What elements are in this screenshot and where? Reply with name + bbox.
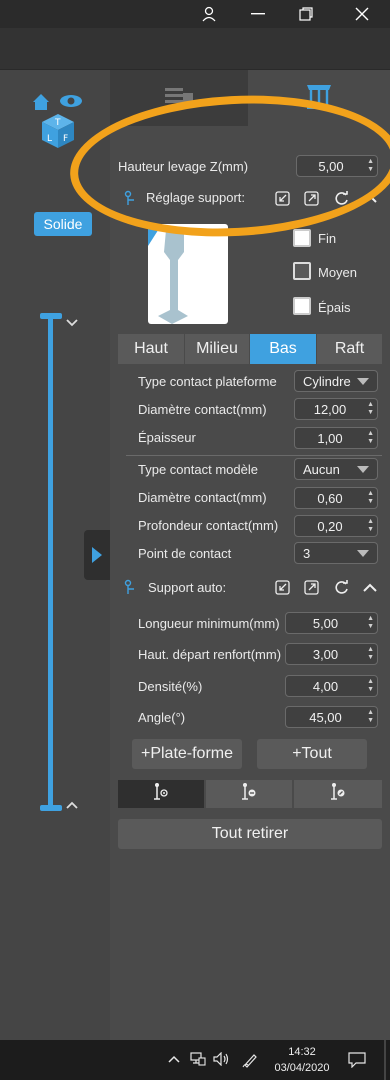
- min-length-field[interactable]: 5,00 ▲ ▼: [285, 612, 378, 634]
- model-contact-diameter-field[interactable]: 0,60 ▲ ▼: [294, 487, 378, 509]
- volume-icon[interactable]: [213, 1051, 231, 1069]
- show-desktop-button[interactable]: [384, 1040, 386, 1080]
- contact-depth-label: Profondeur contact(mm): [138, 518, 279, 533]
- density-value: 4,00: [312, 678, 339, 694]
- angle-field[interactable]: 45,00 ▲ ▼: [285, 706, 378, 728]
- min-length-label: Longueur minimum(mm): [138, 616, 280, 631]
- thickness-field[interactable]: 1,00 ▲ ▼: [294, 427, 378, 449]
- option-thick-label: Épais: [318, 300, 351, 315]
- option-thin-label: Fin: [318, 231, 337, 246]
- support-edit-icon: [328, 782, 348, 807]
- thickness-label: Épaisseur: [138, 430, 196, 445]
- slider-top-handle[interactable]: [40, 313, 62, 319]
- angle-value: 45,00: [309, 709, 342, 725]
- min-length-value: 5,00: [312, 615, 339, 631]
- model-contact-type-value: Aucun: [303, 461, 340, 477]
- add-platform-button[interactable]: +Plate-forme: [132, 739, 242, 769]
- collapse-panel-button[interactable]: [84, 530, 110, 580]
- title-bar: [0, 0, 390, 28]
- contact-point-value: 3: [303, 545, 311, 561]
- divider: [126, 455, 382, 456]
- chevron-up-icon[interactable]: [66, 796, 78, 812]
- view-cube-logo-icon[interactable]: T L F: [28, 88, 88, 150]
- contact-depth-value: 0,20: [317, 518, 343, 534]
- option-medium-checkbox[interactable]: [293, 262, 311, 280]
- support-preview-image: [148, 224, 228, 324]
- import-icon[interactable]: [273, 578, 291, 596]
- platform-contact-type-value: Cylindre: [303, 373, 351, 389]
- platform-contact-diameter-label: Diamètre contact(mm): [138, 402, 267, 417]
- tab-raft[interactable]: Raft: [317, 334, 382, 364]
- remove-support-tool-button[interactable]: [206, 780, 292, 808]
- network-icon[interactable]: [190, 1052, 206, 1069]
- solid-button[interactable]: Solide: [34, 212, 92, 236]
- support-remove-icon: [239, 782, 259, 807]
- notification-icon[interactable]: [348, 1052, 366, 1071]
- model-contact-type-label: Type contact modèle: [138, 462, 258, 477]
- chevron-up-icon[interactable]: [361, 578, 379, 596]
- thickness-value: 1,00: [317, 430, 343, 446]
- option-medium-label: Moyen: [318, 265, 358, 280]
- platform-contact-type-label: Type contact plateforme: [138, 374, 277, 389]
- tab-milieu[interactable]: Milieu: [185, 334, 249, 364]
- option-thin-checkbox[interactable]: [293, 229, 311, 247]
- contact-depth-field[interactable]: 0,20 ▲ ▼: [294, 515, 378, 537]
- layer-slider-track[interactable]: [48, 316, 53, 808]
- clock-date: 03/04/2020: [274, 1062, 330, 1074]
- reinforce-height-label: Haut. départ renfort(mm): [138, 647, 282, 662]
- add-support-tool-button[interactable]: [118, 780, 204, 808]
- toolbar-strip: [0, 28, 390, 70]
- support-add-icon: [151, 782, 171, 807]
- add-all-button[interactable]: +Tout: [257, 739, 367, 769]
- taskbar-clock[interactable]: 14:32 03/04/2020: [268, 1044, 336, 1076]
- platform-contact-type-select[interactable]: Cylindre: [294, 370, 378, 392]
- chevron-up-icon[interactable]: [168, 1052, 180, 1068]
- option-thick-checkbox[interactable]: [293, 297, 311, 315]
- model-contact-diameter-label: Diamètre contact(mm): [138, 490, 267, 505]
- density-label: Densité(%): [138, 679, 203, 694]
- tab-haut[interactable]: Haut: [118, 334, 184, 364]
- close-icon[interactable]: [342, 0, 382, 28]
- platform-contact-diameter-field[interactable]: 12,00 ▲ ▼: [294, 398, 378, 420]
- svg-text:L: L: [47, 134, 52, 144]
- model-contact-type-select[interactable]: Aucun: [294, 458, 378, 480]
- contact-point-select[interactable]: 3: [294, 542, 378, 564]
- support-pin-icon: [124, 579, 138, 598]
- pen-icon[interactable]: [242, 1052, 260, 1071]
- reinforce-height-field[interactable]: 3,00 ▲ ▼: [285, 643, 378, 665]
- edit-support-tool-button[interactable]: [294, 780, 382, 808]
- auto-support-title: Support auto:: [148, 580, 227, 595]
- person-icon[interactable]: [189, 0, 229, 28]
- reinforce-height-value: 3,00: [312, 646, 339, 662]
- svg-text:F: F: [63, 134, 68, 144]
- tab-bas[interactable]: Bas: [250, 334, 316, 364]
- density-field[interactable]: 4,00 ▲ ▼: [285, 675, 378, 697]
- minimize-icon[interactable]: [238, 0, 278, 28]
- contact-point-label: Point de contact: [138, 546, 232, 561]
- svg-text:T: T: [54, 118, 61, 128]
- clock-time: 14:32: [288, 1046, 316, 1058]
- remove-all-button[interactable]: Tout retirer: [118, 819, 382, 849]
- angle-label: Angle(°): [138, 710, 186, 725]
- slider-bottom-handle[interactable]: [40, 805, 62, 811]
- platform-contact-diameter-value: 12,00: [313, 401, 347, 417]
- chevron-down-icon[interactable]: [66, 314, 78, 330]
- export-icon[interactable]: [302, 578, 320, 596]
- model-contact-diameter-value: 0,60: [317, 490, 343, 506]
- restore-icon[interactable]: [286, 0, 326, 28]
- refresh-icon[interactable]: [332, 578, 350, 596]
